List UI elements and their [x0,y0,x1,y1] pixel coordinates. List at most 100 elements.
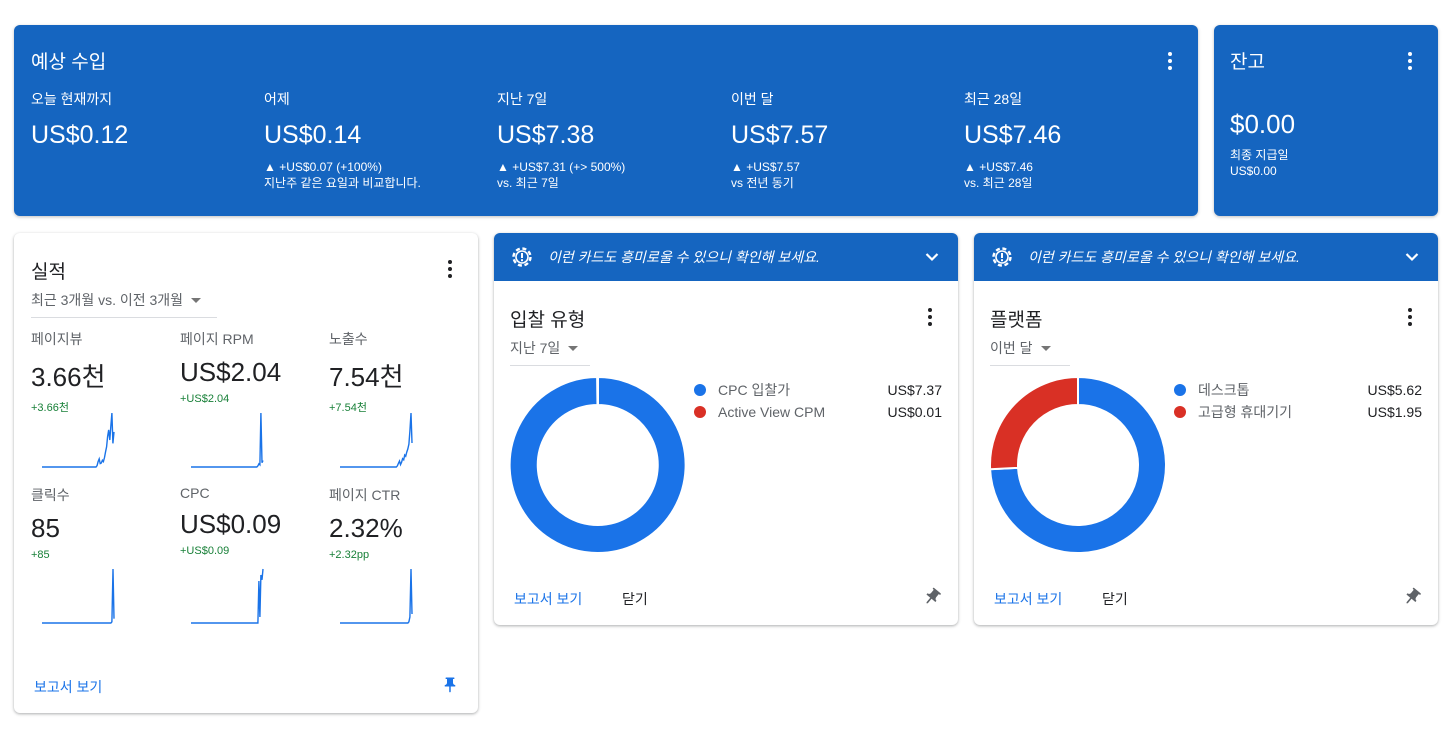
legend-amount: US$5.62 [1367,382,1422,398]
metric-change: ▲ +US$7.31 (+> 500%) [497,160,626,174]
metric-value: US$7.38 [497,121,595,149]
legend-item: 데스크톱 US$5.62 [1174,379,1422,401]
perf-metric-page-ctr[interactable]: 페이지 CTR 2.32% +2.32pp [329,485,469,624]
platform-card: 이런 카드도 흥미로울 수 있으니 확인해 보세요. 플랫폼 이번 달 데스크톱… [974,233,1438,625]
perf-metric-cpc[interactable]: CPC US$0.09 +US$0.09 [180,485,320,624]
metric-label: 노출수 [329,331,368,347]
bid-type-donut-chart [508,375,687,554]
metric-value: US$0.12 [31,121,129,149]
metric-value: 2.32% [329,513,403,543]
sparkline-chart [340,412,413,468]
bid-type-more-icon[interactable] [918,305,942,329]
suggestion-banner-text: 이런 카드도 흥미로울 수 있으니 확인해 보세요. [548,249,820,265]
suggestion-banner[interactable]: 이런 카드도 흥미로울 수 있으니 확인해 보세요. [974,233,1438,281]
legend-dot [694,384,706,396]
platform-period-select[interactable]: 이번 달 [990,338,1070,366]
earnings-metric-today: 오늘 현재까지 US$0.12 [31,89,251,159]
metric-change: +US$0.09 [180,545,230,557]
metric-change: ▲ +US$7.57 [731,160,800,174]
metric-value: US$2.04 [180,357,282,387]
sparkline-chart [42,412,115,468]
legend-dot [694,406,706,418]
sparkline-chart [340,568,413,624]
metric-label: 이번 달 [731,91,774,107]
earnings-metric-28days: 최근 28일 US$7.46 ▲ +US$7.46 vs. 최근 28일 [964,89,1184,191]
balance-value: $0.00 [1230,109,1296,139]
legend-name: Active View CPM [718,404,826,420]
metric-note: vs. 최근 28일 [964,176,1033,190]
legend-name: 고급형 휴대기기 [1198,404,1293,420]
earnings-metric-7days: 지난 7일 US$7.38 ▲ +US$7.31 (+> 500%) vs. 최… [497,89,717,191]
metric-note: 지난주 같은 요일과 비교합니다. [264,176,421,190]
platform-view-report-link[interactable]: 보고서 보기 [994,589,1062,609]
platform-close-button[interactable]: 닫기 [1102,589,1128,609]
performance-period-select[interactable]: 최근 3개월 vs. 이전 3개월 [31,290,217,318]
earnings-more-icon[interactable] [1158,49,1182,73]
metric-label: 클릭수 [31,487,70,503]
performance-title: 실적 [31,262,66,283]
pin-icon[interactable] [922,587,942,607]
metric-value: 3.66천 [31,362,106,392]
balance-more-icon[interactable] [1398,49,1422,73]
balance-title: 잔고 [1230,52,1265,73]
legend-item: Active View CPM US$0.01 [694,401,942,423]
performance-more-icon[interactable] [438,257,462,281]
last-payment-value: US$0.00 [1230,164,1277,178]
suggestion-banner[interactable]: 이런 카드도 흥미로울 수 있으니 확인해 보세요. [494,233,958,281]
pin-icon[interactable] [441,674,459,696]
bid-type-period-select[interactable]: 지난 7일 [510,338,590,366]
legend-item: 고급형 휴대기기 US$1.95 [1174,401,1422,423]
balance-card: 잔고 $0.00 최종 지급일 US$0.00 [1214,25,1438,216]
sparkline-chart [191,412,264,468]
bid-type-close-button[interactable]: 닫기 [622,589,648,609]
suggestion-badge-icon [992,247,1012,267]
estimated-earnings-card: 예상 수입 오늘 현재까지 US$0.12 어제 US$0.14 ▲ +US$0… [14,25,1198,216]
metric-change: ▲ +US$7.46 [964,160,1033,174]
perf-metric-impressions[interactable]: 노출수 7.54천 +7.54천 [329,329,469,468]
earnings-title: 예상 수입 [31,52,107,73]
metric-change: +85 [31,549,50,561]
metric-change: +2.32pp [329,549,370,561]
suggestion-banner-text: 이런 카드도 흥미로울 수 있으니 확인해 보세요. [1028,249,1300,265]
platform-more-icon[interactable] [1398,305,1422,329]
pin-icon[interactable] [1402,587,1422,607]
dropdown-arrow-icon [191,297,202,303]
perf-metric-clicks[interactable]: 클릭수 85 +85 [31,485,171,624]
platform-donut-chart [989,375,1167,554]
legend-amount: US$7.37 [887,382,942,398]
chevron-down-icon[interactable] [1404,249,1420,265]
sparkline-chart [42,568,115,624]
metric-change: ▲ +US$0.07 (+100%) [264,160,382,174]
sparkline-line [42,568,115,624]
metric-value: US$0.09 [180,509,282,539]
period-select-value: 이번 달 [990,340,1033,356]
sparkline-line [340,412,413,468]
metric-value: 85 [31,513,60,543]
perf-metric-page-rpm[interactable]: 페이지 RPM US$2.04 +US$2.04 [180,329,320,468]
dropdown-arrow-icon [1040,345,1051,351]
metric-label: 최근 28일 [964,91,1023,107]
chevron-down-icon[interactable] [924,249,940,265]
sparkline-line [340,568,413,624]
performance-card: 실적 최근 3개월 vs. 이전 3개월 페이지뷰 3.66천 +3.66천 페… [14,233,478,713]
bid-type-card: 이런 카드도 흥미로울 수 있으니 확인해 보세요. 입찰 유형 지난 7일 C… [494,233,958,625]
metric-label: 지난 7일 [497,91,548,107]
earnings-metric-yesterday: 어제 US$0.14 ▲ +US$0.07 (+100%) 지난주 같은 요일과… [264,89,484,191]
performance-view-report-link[interactable]: 보고서 보기 [34,677,102,697]
metric-label: CPC [180,485,210,501]
legend-name: CPC 입찰가 [718,382,791,398]
metric-value: 7.54천 [329,362,404,392]
metric-label: 오늘 현재까지 [31,91,113,107]
donut-slice [989,375,1079,471]
metric-label: 페이지 CTR [329,487,401,503]
perf-metric-pageviews[interactable]: 페이지뷰 3.66천 +3.66천 [31,329,171,468]
legend-amount: US$1.95 [1367,404,1422,420]
platform-legend: 데스크톱 US$5.62 고급형 휴대기기 US$1.95 [1174,379,1422,423]
legend-dot [1174,384,1186,396]
bid-type-view-report-link[interactable]: 보고서 보기 [514,589,582,609]
metric-value: US$0.14 [264,121,362,149]
legend-name: 데스크톱 [1198,382,1250,398]
sparkline-chart [191,568,264,624]
sparkline-line [191,568,264,624]
metric-value: US$7.57 [731,121,829,149]
